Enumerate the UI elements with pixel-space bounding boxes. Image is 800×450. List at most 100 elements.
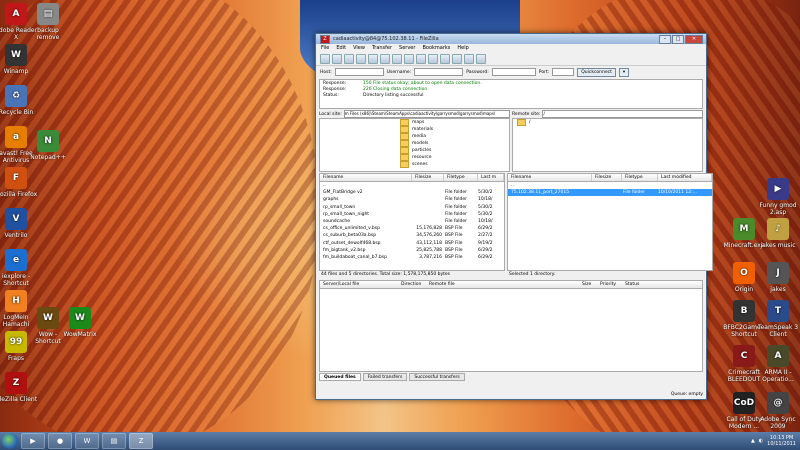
desktop-icon[interactable]: N Notepad++ [26,130,70,161]
queue-column-server-local-file[interactable]: Server/Local file [320,281,398,288]
column-header-filetype[interactable]: Filetype [622,174,658,181]
disconnect-icon[interactable] [416,53,426,64]
menu-bookmarks[interactable]: Bookmarks [422,45,450,51]
file-row[interactable]: cs_office_unlimited_v.bsp 15,176,828 BSP F… [320,225,504,232]
remote-site-path-input[interactable]: / [542,110,703,118]
column-header-filename[interactable]: Filename [320,174,412,181]
menu-view[interactable]: View [353,45,365,51]
tray-volume-icon[interactable]: ◐ [759,438,763,444]
file-row[interactable]: .. [320,182,504,189]
file-row[interactable]: rp_small_town_night File folder 5/30/2 [320,211,504,218]
cancel-icon[interactable] [404,53,414,64]
remote-file-list[interactable]: .. 75.102.38.11_port_27015 File folder 10/1… [507,182,713,271]
host-input[interactable] [334,68,384,76]
tree-folder[interactable]: models [320,140,509,147]
desktop-icon[interactable]: V Ventrilo [0,208,38,239]
tab-queued-files[interactable]: Queued files [319,373,361,381]
column-header-filename[interactable]: Filename [508,174,592,181]
file-row[interactable]: ctf_outset_dewolf468.bsp 43,112,118 BSP Fi… [320,240,504,247]
queue-toggle-icon[interactable] [368,53,378,64]
file-row[interactable]: GM_FlatBridge v2 File folder 5/30/2 [320,189,504,196]
desktop-icon[interactable]: ♻ Recycle Bin [0,85,38,116]
tree-folder[interactable]: media [320,133,509,140]
taskbar-wow-icon[interactable]: W [75,433,99,449]
tray-network-icon[interactable]: ▲ [751,438,755,444]
local-site-path-input[interactable]: m Files (x86)\Steam\SteamApps\cadiaactiv… [343,110,510,118]
column-header-last-modified[interactable]: Last modified [658,174,712,181]
file-row[interactable]: rp_small_town File folder 5/30/2 [320,204,504,211]
remote-tree-toggle-icon[interactable] [356,53,366,64]
process-queue-icon[interactable] [392,53,402,64]
file-row[interactable]: fm_buildaboat_canal_b7.bsp 3,787,216 BSP F… [320,254,504,261]
desktop-icon[interactable]: T TeamSpeak 3 Client [756,300,800,338]
tree-folder[interactable]: resource [320,154,509,161]
taskbar-explorer-icon[interactable]: ▤ [102,433,126,449]
filter-icon[interactable] [440,53,450,64]
quickconnect-button[interactable]: Quickconnect [577,67,616,77]
tree-folder[interactable]: materials [320,126,509,133]
start-button[interactable] [2,433,18,449]
tree-folder[interactable]: scenes [320,161,509,168]
transfer-queue[interactable] [319,289,703,372]
desktop-icon[interactable]: @ Adobe Sync 2009 [756,392,800,430]
refresh-icon[interactable] [380,53,390,64]
sync-browse-icon[interactable] [464,53,474,64]
maximize-button[interactable]: □ [672,34,684,44]
local-directory-tree[interactable]: maps materials media models particles resourc… [319,118,510,172]
file-row[interactable]: cs_suburb_beta03a.bsp 34,576,260 BSP File 2… [320,232,504,239]
desktop-icon[interactable]: ▶ Funny gmod 2.asp [756,178,800,216]
message-log-toggle-icon[interactable] [332,53,342,64]
file-row[interactable]: soundcache File folder 10/18/ [320,218,504,225]
title-bar[interactable]: Z cadiaactivity@84@75.102.38.11 - FileZi… [316,34,706,44]
tree-folder[interactable]: maps [320,119,509,126]
menu-server[interactable]: Server [399,45,415,51]
queue-column-direction[interactable]: Direction [398,281,426,288]
queue-column-remote-file[interactable]: Remote file [426,281,579,288]
remote-directory-tree[interactable]: / [512,118,703,172]
desktop-icon[interactable]: Z FileZilla Client [0,372,38,403]
desktop-icon[interactable]: e iexplore - Shortcut [0,249,38,287]
column-header-last-m[interactable]: Last m [478,174,504,181]
quickconnect-dropdown-icon[interactable]: ▾ [618,67,630,77]
compare-icon[interactable] [452,53,462,64]
desktop-icon[interactable]: A ARMA II - Operatio... [756,345,800,383]
close-button[interactable]: ✕ [685,34,703,44]
taskbar-filezilla-icon[interactable]: Z [129,433,153,449]
search-icon[interactable] [476,53,486,64]
queue-column-status[interactable]: Status [622,281,655,288]
local-file-list[interactable]: .. GM_FlatBridge v2 File folder 5/30/2 graph… [319,182,505,271]
desktop-icon[interactable]: ▤ backup remove [26,3,70,41]
desktop-icon[interactable]: Jjakes [756,262,800,293]
site-manager-icon[interactable] [320,53,330,64]
password-input[interactable] [491,68,536,76]
local-tree-toggle-icon[interactable] [344,53,354,64]
username-input[interactable] [414,68,464,76]
desktop-icon[interactable]: W WowMatrix [58,307,102,338]
desktop-icon[interactable]: F Mozilla Firefox [0,167,38,198]
taskbar-firefox-icon[interactable]: ● [48,433,72,449]
column-header-filesize[interactable]: Filesize [412,174,444,181]
menu-help[interactable]: Help [457,45,468,51]
menu-transfer[interactable]: Transfer [372,45,392,51]
tab-successful-transfers[interactable]: Successful transfers [409,373,465,381]
column-header-filetype[interactable]: Filetype [444,174,478,181]
menu-edit[interactable]: Edit [336,45,346,51]
queue-column-size[interactable]: Size [579,281,597,288]
file-row[interactable]: fm_bigtank_v2.bsp 25,825,788 BSP File 6/29/… [320,247,504,254]
port-input[interactable] [552,68,575,76]
tree-folder[interactable]: / [513,119,702,126]
column-header-filesize[interactable]: Filesize [592,174,622,181]
reconnect-icon[interactable] [428,53,438,64]
taskbar-media-player-icon[interactable]: ▶ [21,433,45,449]
file-row[interactable]: .. [508,182,712,189]
menu-file[interactable]: File [321,45,329,51]
tree-folder[interactable]: particles [320,147,509,154]
desktop-icon[interactable]: W Winamp [0,44,38,75]
desktop-icon[interactable]: ♪ jakes music [756,218,800,249]
tab-failed-transfers[interactable]: Failed transfers [362,373,408,381]
clock[interactable]: 10:13 PM 10/11/2011 [767,435,796,447]
file-row[interactable]: 75.102.38.11_port_27015 File folder 10/10/… [508,189,712,197]
file-row[interactable]: graphs File folder 10/18/ [320,196,504,203]
queue-column-priority[interactable]: Priority [597,281,622,288]
minimize-button[interactable]: – [659,34,671,44]
